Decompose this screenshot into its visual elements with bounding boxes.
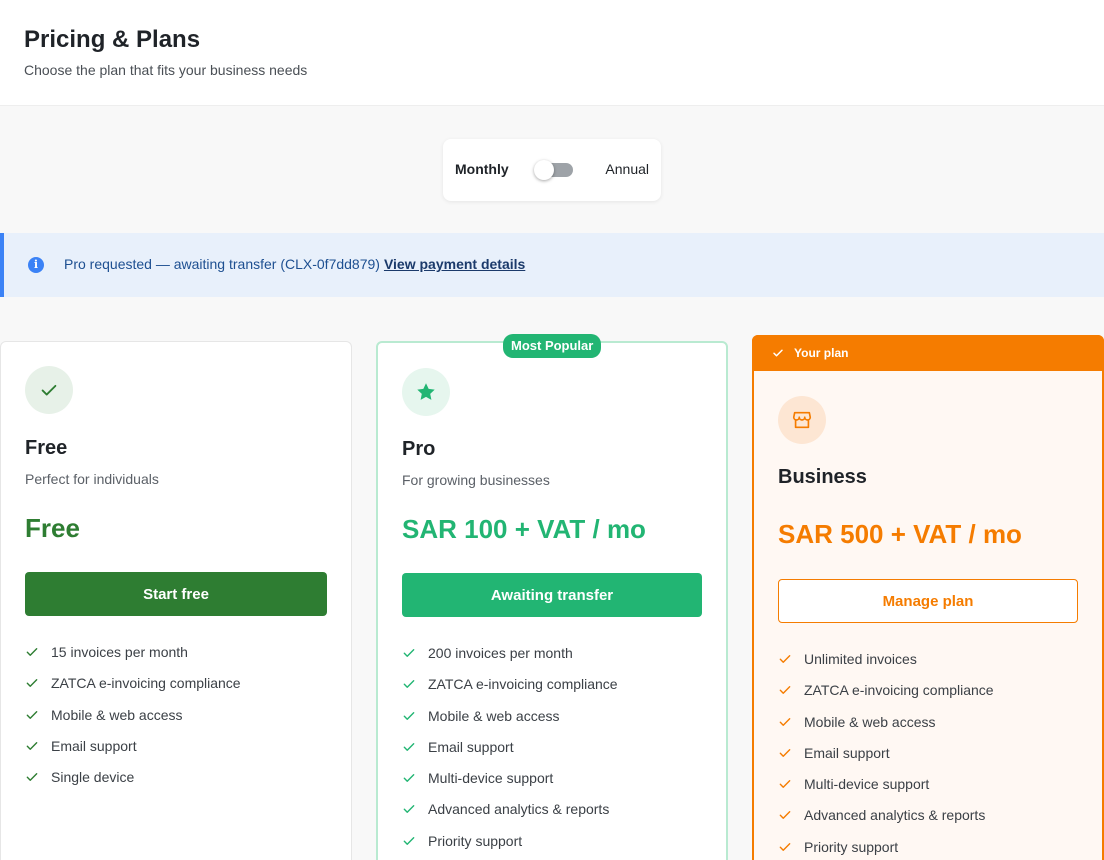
most-popular-badge: Most Popular xyxy=(503,334,602,358)
feature-item: Advanced analytics & reports xyxy=(402,799,712,830)
feature-item: Email support xyxy=(402,737,712,768)
plan-name: Pro xyxy=(402,438,436,460)
billing-switch[interactable] xyxy=(534,160,573,180)
check-icon xyxy=(779,811,791,820)
feature-label: 200 invoices per month xyxy=(428,645,573,661)
feature-list: 200 invoices per month ZATCA e-invoicing … xyxy=(402,643,712,860)
feature-item: Multi-device support xyxy=(778,774,1088,805)
feature-label: Priority support xyxy=(428,832,523,849)
check-icon xyxy=(403,680,415,689)
check-icon xyxy=(403,742,415,751)
feature-item: 15 invoices per month xyxy=(25,642,335,673)
feature-label: Mobile & web access xyxy=(51,706,183,723)
check-icon xyxy=(403,711,415,720)
feature-label: ZATCA e-invoicing compliance xyxy=(804,682,994,699)
feature-item: Mobile & web access xyxy=(778,712,1088,743)
feature-item: Mobile & web access xyxy=(402,706,712,737)
feature-item: Mobile & web access xyxy=(25,705,335,736)
annual-label[interactable]: Annual xyxy=(605,161,649,177)
check-icon xyxy=(26,679,38,688)
view-payment-details-link[interactable]: View payment details xyxy=(384,256,525,272)
feature-item: 200 invoices per month xyxy=(402,643,712,674)
plan-price: SAR 100 + VAT / mo xyxy=(402,514,646,544)
current-plan-banner: Your plan xyxy=(752,335,1104,371)
your-plan-label: Your plan xyxy=(794,346,849,360)
feature-label: Advanced analytics & reports xyxy=(428,801,610,818)
payment-status-banner: i Pro requested — awaiting transfer (CLX… xyxy=(0,233,1104,297)
star-icon xyxy=(402,368,450,416)
check-icon xyxy=(779,686,791,695)
feature-label: ZATCA e-invoicing compliance xyxy=(428,676,618,693)
plan-card-pro: Most Popular Pro For growing businesses … xyxy=(376,334,728,860)
page-header: Pricing & Plans Choose the plan that fit… xyxy=(0,0,1104,106)
plan-card-business: Your plan Business SAR 500 + VAT / mo Ma… xyxy=(752,335,1104,860)
plan-description: For growing businesses xyxy=(402,472,550,488)
feature-item: Unlimited invoices xyxy=(778,649,1088,680)
store-icon xyxy=(778,396,826,444)
check-icon xyxy=(779,780,791,789)
check-icon xyxy=(779,748,791,757)
plan-card-free: Free Perfect for individuals Free Start … xyxy=(0,341,352,860)
check-icon xyxy=(773,349,783,357)
check-icon xyxy=(403,774,415,783)
check-icon xyxy=(26,741,38,750)
feature-label: Multi-device support xyxy=(428,770,554,787)
check-icon xyxy=(779,717,791,726)
feature-item: Email support xyxy=(778,743,1088,774)
billing-switch-knob xyxy=(534,160,554,180)
monthly-label[interactable]: Monthly xyxy=(455,161,509,177)
feature-item: Priority support xyxy=(402,831,712,860)
feature-label: Mobile & web access xyxy=(428,707,560,724)
plan-price: Free xyxy=(25,513,80,543)
feature-label: Email support xyxy=(51,737,137,754)
feature-item: ZATCA e-invoicing compliance xyxy=(25,673,335,704)
feature-label: ZATCA e-invoicing compliance xyxy=(51,675,241,692)
feature-item: Priority support xyxy=(778,837,1088,860)
feature-list: 15 invoices per month ZATCA e-invoicing c… xyxy=(25,642,335,798)
feature-item: ZATCA e-invoicing compliance xyxy=(402,674,712,705)
plan-description: Perfect for individuals xyxy=(25,471,159,487)
check-icon xyxy=(403,649,415,657)
feature-item: Single device xyxy=(25,767,335,798)
billing-period-toggle: Monthly Annual xyxy=(443,139,661,201)
page-title: Pricing & Plans xyxy=(24,26,201,53)
banner-message: Pro requested — awaiting transfer (CLX-0… xyxy=(64,256,525,272)
check-icon xyxy=(779,842,791,851)
feature-label: Unlimited invoices xyxy=(804,651,917,667)
feature-label: 15 invoices per month xyxy=(51,644,188,660)
feature-item: Advanced analytics & reports xyxy=(778,805,1088,836)
plan-name: Business xyxy=(778,466,867,488)
feature-label: Single device xyxy=(51,769,135,786)
manage-plan-button[interactable]: Manage plan xyxy=(778,579,1078,623)
feature-list: Unlimited invoices ZATCA e-invoicing comp… xyxy=(778,649,1088,860)
check-icon xyxy=(25,366,73,414)
feature-label: Priority support xyxy=(804,838,899,855)
feature-item: Multi-device support xyxy=(402,768,712,799)
start-free-button[interactable]: Start free xyxy=(25,572,327,616)
feature-label: Multi-device support xyxy=(804,776,930,793)
info-icon: i xyxy=(28,257,44,273)
feature-label: Email support xyxy=(428,738,514,755)
awaiting-transfer-button[interactable]: Awaiting transfer xyxy=(402,573,702,617)
check-icon xyxy=(403,805,415,814)
check-icon xyxy=(26,648,38,656)
feature-item: ZATCA e-invoicing compliance xyxy=(778,680,1088,711)
page-subtitle: Choose the plan that fits your business … xyxy=(24,62,308,78)
feature-label: Mobile & web access xyxy=(804,713,936,730)
banner-text: Pro requested — awaiting transfer (CLX-0… xyxy=(64,256,380,272)
check-icon xyxy=(26,773,38,782)
plan-name: Free xyxy=(25,437,68,459)
check-icon xyxy=(779,655,791,663)
check-icon xyxy=(403,836,415,845)
plan-price: SAR 500 + VAT / mo xyxy=(778,519,1022,549)
check-icon xyxy=(26,710,38,719)
feature-label: Email support xyxy=(804,744,890,761)
feature-item: Email support xyxy=(25,736,335,767)
feature-label: Advanced analytics & reports xyxy=(804,807,986,824)
